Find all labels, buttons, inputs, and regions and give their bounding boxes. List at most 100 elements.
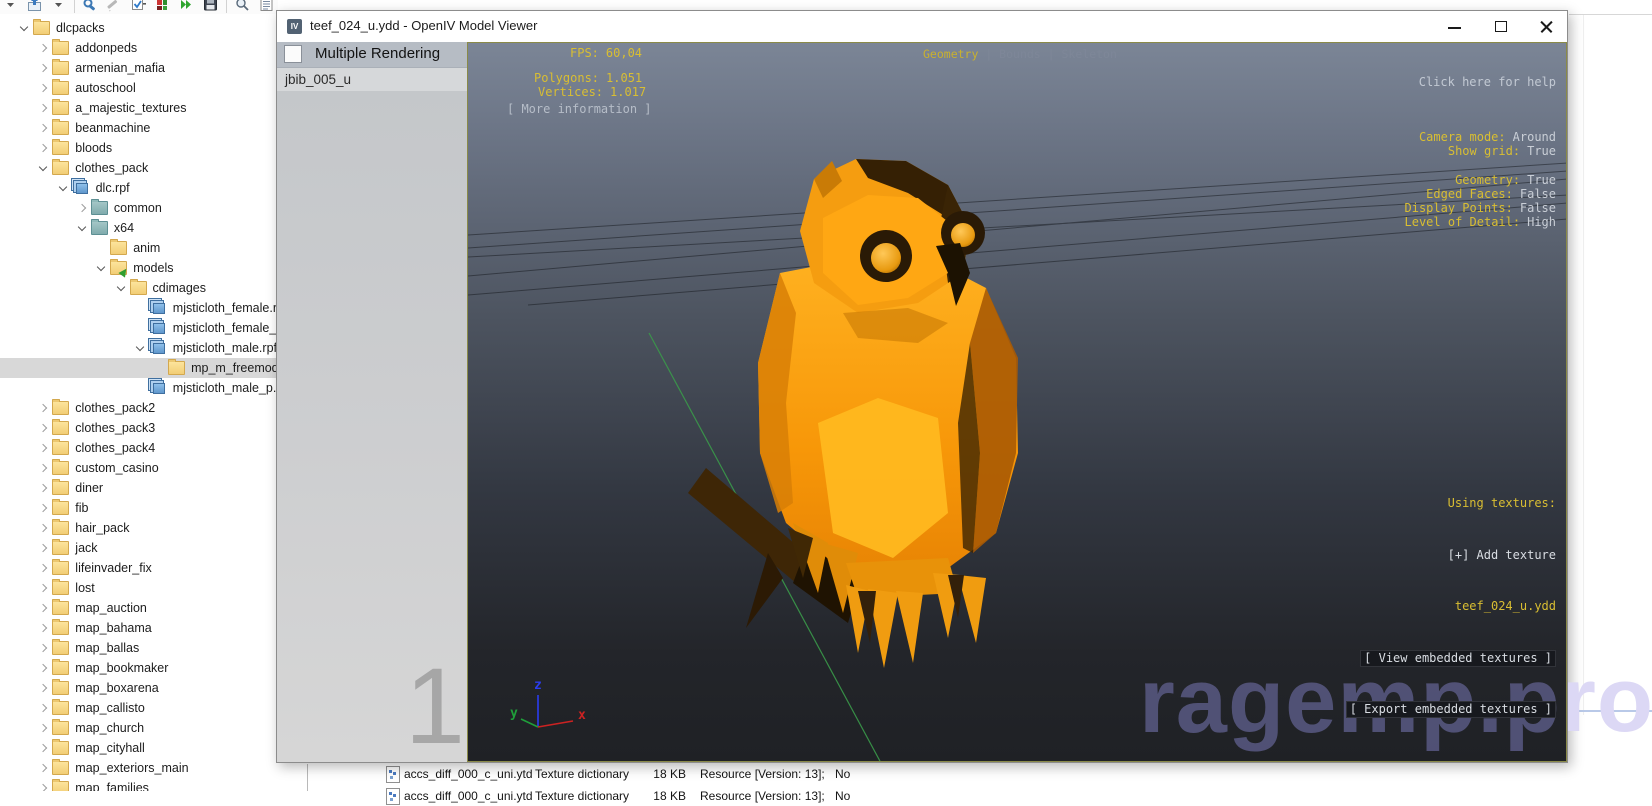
tree-item-dlcpacks[interactable]: dlcpacks: [0, 18, 276, 38]
tree-item-map_bookmaker[interactable]: map_bookmaker: [0, 658, 276, 678]
color-blocks-icon[interactable]: [154, 0, 171, 13]
chevron-right-icon[interactable]: [36, 541, 50, 555]
chevron-right-icon[interactable]: [36, 121, 50, 135]
viewport-3d[interactable]: ragemp.pro FPS:60,04 Polygons:1.051 Vert…: [467, 42, 1567, 762]
chevron-right-icon[interactable]: [36, 701, 50, 715]
edit-disabled-icon[interactable]: [106, 0, 123, 13]
chevron-right-icon[interactable]: [36, 741, 50, 755]
chevron-down-icon[interactable]: [36, 161, 50, 175]
setting-level-of-detail[interactable]: Level of Detail:High: [1405, 215, 1557, 229]
chevron-right-icon[interactable]: [36, 641, 50, 655]
chevron-right-icon[interactable]: [36, 561, 50, 575]
tree-item-armenian_mafia[interactable]: armenian_mafia: [0, 58, 276, 78]
chevron-right-icon[interactable]: [36, 721, 50, 735]
save-icon[interactable]: [202, 0, 219, 13]
tree-item-models[interactable]: models: [0, 258, 276, 278]
tree-item-custom_casino[interactable]: custom_casino: [0, 458, 276, 478]
chevron-right-icon[interactable]: [36, 581, 50, 595]
setting-geometry[interactable]: Geometry:True: [1405, 173, 1557, 187]
tab-skeleton[interactable]: Skeleton: [1062, 47, 1117, 61]
chevron-right-icon[interactable]: [36, 401, 50, 415]
tree-item-anim[interactable]: anim: [0, 238, 276, 258]
tree-item-map_bahama[interactable]: map_bahama: [0, 618, 276, 638]
tree-item-a_majestic_textures[interactable]: a_majestic_textures: [0, 98, 276, 118]
chevron-right-icon[interactable]: [36, 601, 50, 615]
tree-item-map_ballas[interactable]: map_ballas: [0, 638, 276, 658]
tree-item-clothes_pack2[interactable]: clothes_pack2: [0, 398, 276, 418]
tree-item-mjsticloth_male_p.rpf[interactable]: mjsticloth_male_p.rpf: [0, 378, 276, 398]
tree-item-dlc.rpf[interactable]: dlc.rpf: [0, 178, 276, 198]
view-embedded-textures-button[interactable]: [ View embedded textures ]: [1360, 650, 1556, 667]
tree-item-mp_m_freemode_01_m[interactable]: mp_m_freemode_01_m: [0, 358, 276, 378]
tree-item-lifeinvader_fix[interactable]: lifeinvader_fix: [0, 558, 276, 578]
tree-item-addonpeds[interactable]: addonpeds: [0, 38, 276, 58]
setting-edged-faces[interactable]: Edged Faces:False: [1405, 187, 1557, 201]
maximize-button[interactable]: [1485, 17, 1517, 37]
tree-item-common[interactable]: common: [0, 198, 276, 218]
multiple-rendering-checkbox[interactable]: [284, 45, 302, 63]
tree-item-map_church[interactable]: map_church: [0, 718, 276, 738]
tree-item-mjsticloth_male.rpf[interactable]: mjsticloth_male.rpf: [0, 338, 276, 358]
chevron-right-icon[interactable]: [75, 201, 89, 215]
tree-item-bloods[interactable]: bloods: [0, 138, 276, 158]
tree-item-hair_pack[interactable]: hair_pack: [0, 518, 276, 538]
chevron-down-icon[interactable]: [75, 221, 89, 235]
tree-item-mjsticloth_female_p.rpf[interactable]: mjsticloth_female_p.rpf: [0, 318, 276, 338]
add-texture-button[interactable]: [+] Add texture: [1346, 547, 1556, 564]
chevron-right-icon[interactable]: [36, 661, 50, 675]
chevron-right-icon[interactable]: [36, 621, 50, 635]
setting-camera-mode[interactable]: Camera mode:Around: [1405, 130, 1557, 144]
chevron-right-icon[interactable]: [36, 441, 50, 455]
tree-item-lost[interactable]: lost: [0, 578, 276, 598]
chevron-down-icon[interactable]: [94, 261, 108, 275]
chevron-down-icon[interactable]: [133, 341, 147, 355]
help-link[interactable]: Click here for help: [1405, 75, 1557, 89]
play-icon[interactable]: [178, 0, 195, 13]
file-row[interactable]: accs_diff_000_c_uni.ytdTexture dictionar…: [0, 786, 1100, 806]
chevron-right-icon[interactable]: [36, 461, 50, 475]
file-row[interactable]: accs_diff_000_c_uni.ytdTexture dictionar…: [0, 764, 1100, 784]
tab-bounds[interactable]: Bounds: [999, 47, 1041, 61]
more-information-link[interactable]: [ More information ]: [507, 102, 652, 116]
chevron-right-icon[interactable]: [36, 681, 50, 695]
tab-geometry[interactable]: Geometry: [923, 47, 978, 61]
tree-item-cdimages[interactable]: cdimages: [0, 278, 276, 298]
chevron-right-icon[interactable]: [36, 41, 50, 55]
tree-splitter[interactable]: [307, 764, 308, 791]
export-embedded-textures-button[interactable]: [ Export embedded textures ]: [1346, 701, 1556, 718]
window-titlebar[interactable]: IV teef_024_u.ydd - OpenIV Model Viewer: [277, 11, 1567, 42]
chevron-right-icon[interactable]: [36, 421, 50, 435]
minimize-button[interactable]: [1439, 17, 1471, 37]
tree-item-clothes_pack3[interactable]: clothes_pack3: [0, 418, 276, 438]
model-list-item[interactable]: jbib_005_u: [277, 68, 467, 91]
setting-display-points[interactable]: Display Points:False: [1405, 201, 1557, 215]
chevron-down-icon[interactable]: [56, 181, 70, 195]
chevron-down-icon[interactable]: [17, 21, 31, 35]
tree-item-clothes_pack4[interactable]: clothes_pack4: [0, 438, 276, 458]
tools-icon[interactable]: [82, 0, 99, 13]
dropdown-caret-icon[interactable]: [50, 0, 67, 13]
search-icon[interactable]: [234, 0, 251, 13]
tree-item-map_boxarena[interactable]: map_boxarena: [0, 678, 276, 698]
setting-show-grid[interactable]: Show grid:True: [1405, 144, 1557, 158]
chevron-down-icon[interactable]: [114, 281, 128, 295]
tree-item-diner[interactable]: diner: [0, 478, 276, 498]
tree-item-mjsticloth_female.rpf[interactable]: mjsticloth_female.rpf: [0, 298, 276, 318]
tree-item-jack[interactable]: jack: [0, 538, 276, 558]
import-window-icon[interactable]: [26, 0, 43, 13]
tasks-check-icon[interactable]: [130, 0, 147, 13]
tree-item-map_auction[interactable]: map_auction: [0, 598, 276, 618]
chevron-right-icon[interactable]: [36, 481, 50, 495]
chevron-right-icon[interactable]: [36, 101, 50, 115]
tree-item-map_callisto[interactable]: map_callisto: [0, 698, 276, 718]
tree-item-beanmachine[interactable]: beanmachine: [0, 118, 276, 138]
close-button[interactable]: [1531, 17, 1563, 37]
tree-item-clothes_pack[interactable]: clothes_pack: [0, 158, 276, 178]
tree-item-autoschool[interactable]: autoschool: [0, 78, 276, 98]
chevron-right-icon[interactable]: [36, 141, 50, 155]
tree-item-x64[interactable]: x64: [0, 218, 276, 238]
chevron-right-icon[interactable]: [36, 501, 50, 515]
chevron-right-icon[interactable]: [36, 81, 50, 95]
dropdown-caret-icon[interactable]: [2, 0, 19, 13]
chevron-right-icon[interactable]: [36, 521, 50, 535]
